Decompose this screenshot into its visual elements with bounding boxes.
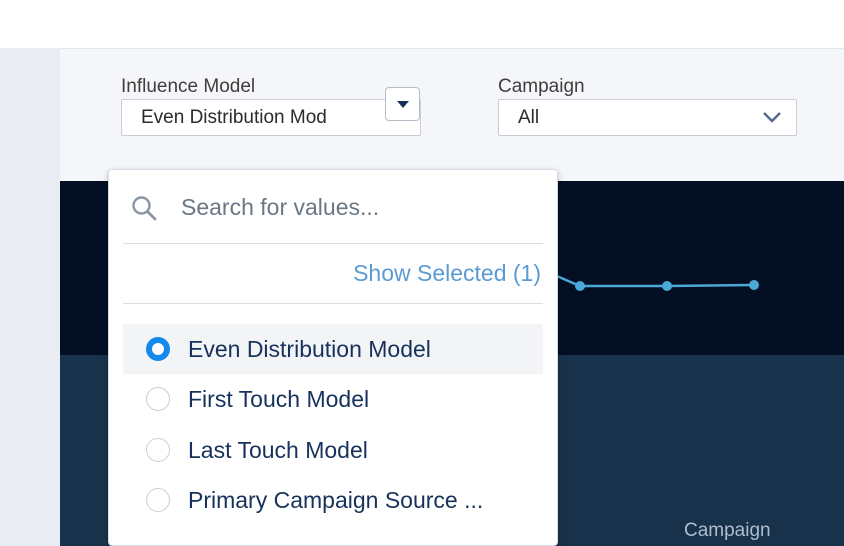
option-first-touch-model[interactable]: First Touch Model bbox=[123, 374, 543, 424]
search-input[interactable] bbox=[181, 190, 541, 224]
influence-model-select[interactable]: Even Distribution Mod bbox=[121, 99, 421, 136]
influence-model-value: Even Distribution Mod bbox=[141, 107, 327, 128]
option-even-distribution-model[interactable]: Even Distribution Model bbox=[123, 324, 543, 374]
influence-model-label: Influence Model bbox=[121, 76, 256, 97]
search-row bbox=[123, 190, 543, 224]
option-label: Primary Campaign Source ... bbox=[188, 486, 484, 513]
search-icon bbox=[132, 196, 157, 221]
campaign-value: All bbox=[518, 107, 540, 128]
option-label: First Touch Model bbox=[188, 385, 370, 412]
show-selected-link[interactable]: Show Selected (1) bbox=[353, 260, 541, 287]
axis-label-campaign: Campaign bbox=[684, 520, 771, 541]
campaign-select[interactable]: All bbox=[498, 99, 797, 136]
option-last-touch-model[interactable]: Last Touch Model bbox=[123, 425, 543, 475]
influence-model-dropdown: Show Selected (1) Even Distribution Mode… bbox=[108, 169, 558, 546]
radio-unchecked-icon[interactable] bbox=[146, 488, 170, 512]
option-primary-campaign-source[interactable]: Primary Campaign Source ... bbox=[123, 475, 543, 525]
left-gutter bbox=[0, 48, 60, 546]
caret-down-icon bbox=[396, 100, 409, 108]
option-label: Even Distribution Model bbox=[188, 335, 431, 362]
influence-model-dropdown-button[interactable] bbox=[385, 87, 420, 121]
radio-unchecked-icon[interactable] bbox=[146, 438, 170, 462]
radio-checked-icon[interactable] bbox=[146, 337, 170, 361]
divider bbox=[123, 243, 543, 244]
campaign-label: Campaign bbox=[498, 76, 585, 97]
divider bbox=[123, 303, 543, 304]
option-label: Last Touch Model bbox=[188, 436, 368, 463]
radio-unchecked-icon[interactable] bbox=[146, 387, 170, 411]
chevron-down-icon bbox=[763, 112, 781, 123]
